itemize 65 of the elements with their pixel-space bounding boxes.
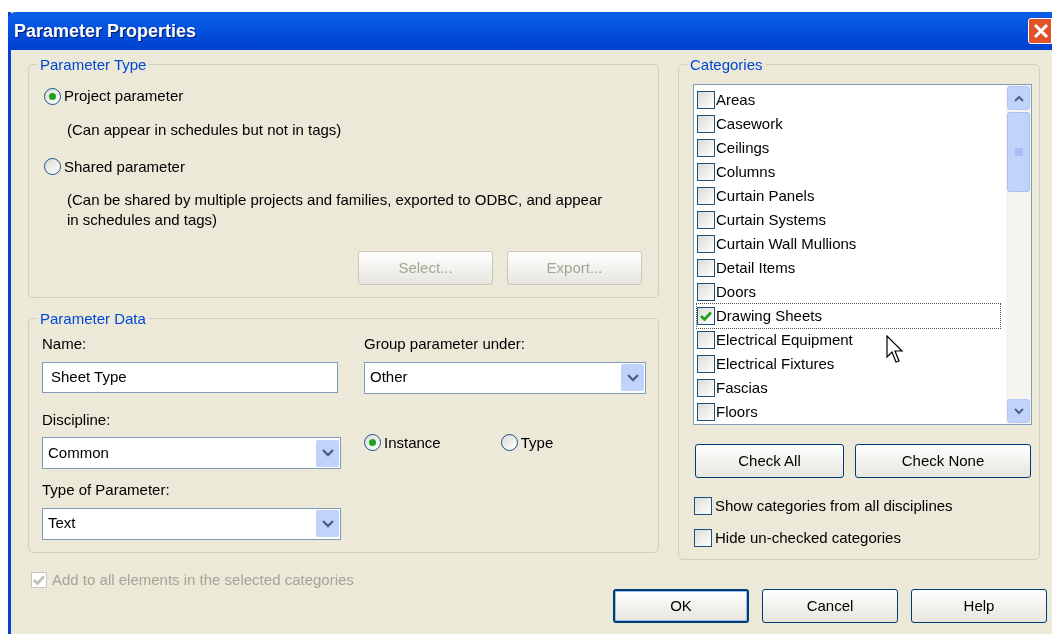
field-label: Discipline:: [42, 409, 112, 430]
checkbox[interactable]: [697, 259, 715, 277]
list-item[interactable]: Curtain Wall Mullions: [697, 232, 1000, 256]
checkbox[interactable]: [694, 497, 712, 516]
checkbox[interactable]: [697, 355, 715, 373]
list-item[interactable]: Curtain Panels: [697, 184, 1000, 208]
close-icon: [1033, 23, 1049, 39]
dropdown[interactable]: Other: [364, 361, 646, 394]
button[interactable]: Check None: [855, 444, 1031, 478]
button[interactable]: OK: [613, 589, 749, 623]
field-label: Type of Parameter:: [42, 480, 171, 500]
list-item[interactable]: Fascias: [697, 376, 1000, 400]
checkbox-label: Show categories from all disciplines: [715, 496, 953, 516]
radio-button[interactable]: [500, 434, 518, 452]
checkbox[interactable]: [697, 211, 715, 229]
close-button[interactable]: [1028, 18, 1052, 44]
radio-label: Shared parameter: [64, 156, 185, 177]
button[interactable]: Help: [911, 589, 1047, 623]
list-item[interactable]: Curtain Systems: [697, 208, 1000, 232]
list-item[interactable]: Ceilings: [697, 136, 1000, 160]
dropdown[interactable]: Text: [42, 507, 341, 540]
dropdown[interactable]: Common: [42, 437, 341, 469]
window-title: Parameter Properties: [14, 19, 197, 43]
checkbox[interactable]: [697, 163, 715, 181]
checkbox[interactable]: [697, 403, 715, 421]
description-text: (Can be shared by multiple projects and families, exported to ODBC, and appear in schedules and tags): [67, 190, 604, 230]
list-item[interactable]: Areas: [697, 88, 1000, 112]
list-item[interactable]: Doors: [697, 280, 1000, 304]
scroll-thumb[interactable]: [1007, 112, 1030, 192]
list-item[interactable]: Columns: [697, 160, 1000, 184]
radio-label: Instance: [384, 432, 441, 453]
scroll-up-button[interactable]: [1007, 86, 1030, 110]
scroll-down-button[interactable]: [1007, 399, 1030, 423]
radio-label: Type: [520, 432, 554, 453]
checkbox[interactable]: [697, 91, 715, 109]
checkbox[interactable]: [697, 307, 715, 325]
list-item[interactable]: Detail Items: [697, 256, 1000, 280]
radio-button[interactable]: [364, 434, 381, 452]
radio-label: Project parameter: [64, 86, 184, 106]
category-list[interactable]: Areas Casework Ceilings Columns Curtain Panels Curtain Systems Curtain Wall Mullions Detail Items Doors Drawing Sheets Electrical Equipment Electrical Fixtures Fascias Floors: [693, 84, 1032, 425]
checkbox[interactable]: [697, 379, 715, 397]
list-item[interactable]: Electrical Fixtures: [697, 352, 1000, 376]
button[interactable]: Cancel: [762, 589, 898, 623]
checkbox[interactable]: [697, 235, 715, 253]
checkbox[interactable]: [697, 139, 715, 157]
checkbox[interactable]: [697, 283, 715, 301]
description-text: (Can appear in schedules but not in tags): [67, 119, 343, 140]
field-label: Name:: [42, 334, 88, 354]
button[interactable]: Check All: [695, 444, 844, 478]
checkbox-label: Add to all elements in the selected categories: [52, 570, 354, 590]
checkbox[interactable]: [697, 187, 715, 205]
list-item[interactable]: Casework: [697, 112, 1000, 136]
scrollbar[interactable]: [1006, 85, 1031, 424]
checkbox-label: Hide un-checked categories: [715, 527, 901, 548]
list-item[interactable]: Floors: [697, 400, 1000, 424]
checkbox[interactable]: [694, 528, 712, 547]
name-field[interactable]: Sheet Type: [42, 361, 338, 393]
checkbox[interactable]: [697, 331, 715, 349]
cursor-icon: [886, 335, 906, 365]
radio-button[interactable]: [44, 158, 61, 176]
radio-button[interactable]: [44, 87, 61, 105]
field-label: Group parameter under:: [364, 334, 526, 354]
list-item[interactable]: Electrical Equipment: [697, 328, 1000, 352]
checkbox[interactable]: [697, 115, 715, 133]
list-item[interactable]: Drawing Sheets: [697, 304, 1000, 328]
